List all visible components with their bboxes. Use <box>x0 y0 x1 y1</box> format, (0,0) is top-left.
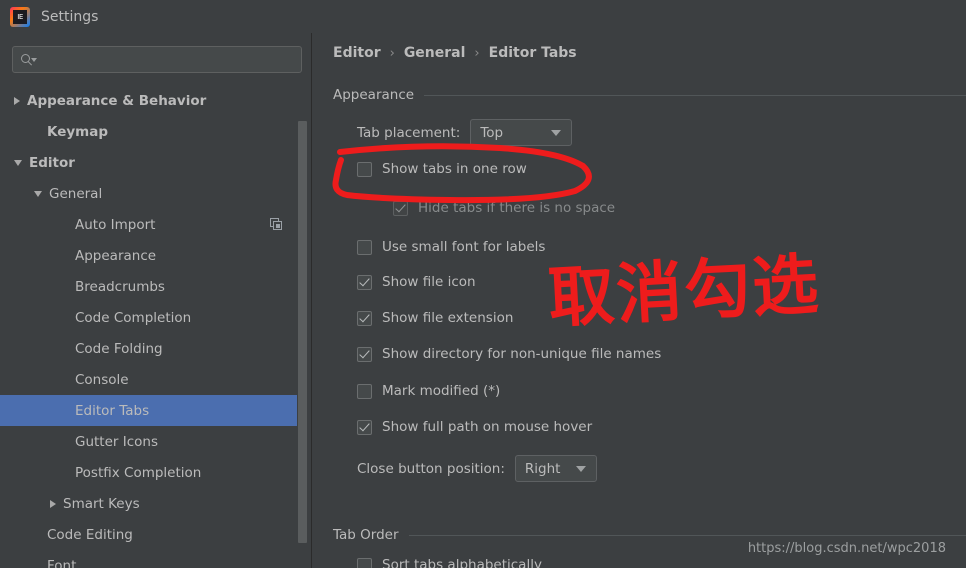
chevron-down-icon <box>576 465 587 472</box>
search-input[interactable] <box>35 51 301 68</box>
sort-tabs-alphabetically-row[interactable]: Sort tabs alphabetically <box>357 557 542 568</box>
sidebar-item-label: Editor Tabs <box>75 402 150 419</box>
search-icon <box>21 53 37 67</box>
sidebar-item-postfix-completion[interactable]: Postfix Completion <box>0 457 297 488</box>
sidebar-item-breadcrumbs[interactable]: Breadcrumbs <box>0 271 297 302</box>
sidebar-item-label: Postfix Completion <box>75 464 202 481</box>
checkbox-label: Mark modified (*) <box>382 383 501 399</box>
checkbox-input[interactable] <box>357 274 372 290</box>
checkbox-label: Show file extension <box>382 310 514 326</box>
sidebar-item-label: Editor <box>29 154 75 171</box>
checkbox-label: Show directory for non-unique file names <box>382 346 662 362</box>
checkbox-input[interactable] <box>357 419 372 435</box>
intellij-idea-logo-icon: IE <box>10 6 30 27</box>
sidebar-item-code-completion[interactable]: Code Completion <box>0 302 297 333</box>
checkbox-input[interactable] <box>357 383 372 399</box>
sort-tabs-alphabetically-label: Sort tabs alphabetically <box>382 557 542 568</box>
sidebar-item-console[interactable]: Console <box>0 364 297 395</box>
appearance-group-header: Appearance <box>333 87 966 103</box>
checkbox-row-show-file-extension[interactable]: Show file extension <box>357 310 513 326</box>
close-button-position-row: Close button position: Right <box>357 455 598 482</box>
settings-window: IE Settings Appearance & Behavior Keymap E… <box>0 0 966 568</box>
chevron-down-icon[interactable] <box>14 159 22 166</box>
sidebar-item-code-editing[interactable]: Code Editing <box>0 519 297 550</box>
group-divider <box>424 94 966 96</box>
title-bar: IE Settings <box>0 0 966 33</box>
chevron-down-icon[interactable] <box>34 190 42 197</box>
checkbox-label: Use small font for labels <box>382 239 546 255</box>
sidebar-item-general[interactable]: General <box>0 178 297 209</box>
sidebar-item-editor[interactable]: Editor <box>0 147 297 178</box>
copy-icon <box>270 218 283 231</box>
breadcrumb-separator: › <box>389 45 395 61</box>
sidebar-item-label: General <box>49 185 103 202</box>
sidebar-item-label: Auto Import <box>75 216 156 233</box>
window-title: Settings <box>41 8 99 25</box>
sidebar-item-code-folding[interactable]: Code Folding <box>0 333 297 364</box>
tab-placement-label: Tab placement: <box>357 124 461 141</box>
group-divider <box>408 534 966 536</box>
checkbox-row-show-directory-for-non-unique-file-names[interactable]: Show directory for non-unique file names <box>357 346 661 362</box>
tab-order-group-header: Tab Order <box>333 527 966 543</box>
tab-placement-row: Tab placement: Top <box>357 119 573 146</box>
close-button-position-dropdown[interactable]: Right <box>514 455 598 482</box>
sidebar-item-label: Breadcrumbs <box>75 278 165 295</box>
checkbox-input <box>393 200 408 216</box>
sidebar-item-label: Console <box>75 371 129 388</box>
close-button-position-value: Right <box>524 460 561 477</box>
sidebar-item-gutter-icons[interactable]: Gutter Icons <box>0 426 297 457</box>
sidebar-item-label: Code Editing <box>47 526 133 543</box>
sidebar-item-label: Code Folding <box>75 340 163 357</box>
sidebar-item-label: Appearance & Behavior <box>27 92 207 109</box>
sidebar-item-label: Smart Keys <box>63 495 140 512</box>
checkbox-input[interactable] <box>357 161 372 177</box>
checkbox-row-hide-tabs-if-there-is-no-space: Hide tabs if there is no space <box>393 200 615 216</box>
checkbox-label: Show full path on mouse hover <box>382 419 593 435</box>
appearance-group-label: Appearance <box>333 87 415 103</box>
settings-sidebar: Appearance & Behavior Keymap Editor General… <box>0 33 312 568</box>
settings-main-panel: Editor › General › Editor Tabs Appearance Ta… <box>313 33 966 568</box>
sidebar-item-smart-keys[interactable]: Smart Keys <box>0 488 297 519</box>
breadcrumb-part-3[interactable]: Editor Tabs <box>489 45 577 61</box>
checkbox-input[interactable] <box>357 310 372 326</box>
tab-placement-dropdown[interactable]: Top <box>470 119 573 146</box>
sort-tabs-alphabetically-checkbox[interactable] <box>357 557 372 568</box>
tab-order-group-label: Tab Order <box>333 527 399 543</box>
checkbox-row-use-small-font-for-labels[interactable]: Use small font for labels <box>357 239 545 255</box>
breadcrumb-part-2[interactable]: General <box>404 45 466 61</box>
sidebar-item-appearance[interactable]: Appearance <box>0 240 297 271</box>
sidebar-item-keymap[interactable]: Keymap <box>0 116 297 147</box>
breadcrumb-part-1[interactable]: Editor <box>333 45 381 61</box>
settings-tree: Appearance & Behavior Keymap Editor General… <box>0 85 297 568</box>
sidebar-item-font[interactable]: Font <box>0 550 297 568</box>
checkbox-row-show-file-icon[interactable]: Show file icon <box>357 274 476 290</box>
sidebar-item-label: Code Completion <box>75 309 192 326</box>
tab-placement-value: Top <box>480 124 504 141</box>
breadcrumb: Editor › General › Editor Tabs <box>333 45 577 61</box>
checkbox-input[interactable] <box>357 239 372 255</box>
chevron-right-icon[interactable] <box>50 499 56 508</box>
checkbox-label: Hide tabs if there is no space <box>418 200 616 216</box>
chevron-down-icon <box>551 129 562 136</box>
sidebar-scrollbar-thumb[interactable] <box>298 121 307 543</box>
close-button-position-label: Close button position: <box>357 460 505 477</box>
sidebar-item-label: Gutter Icons <box>75 433 159 450</box>
checkbox-label: Show file icon <box>382 274 476 290</box>
checkbox-label: Show tabs in one row <box>382 161 527 177</box>
sidebar-item-editor-tabs[interactable]: Editor Tabs <box>0 395 297 426</box>
search-field-wrapper[interactable] <box>12 46 302 73</box>
breadcrumb-separator: › <box>474 45 480 61</box>
sidebar-item-label: Font <box>47 557 77 568</box>
checkbox-row-show-tabs-in-one-row[interactable]: Show tabs in one row <box>357 161 527 177</box>
sidebar-item-label: Appearance <box>75 247 157 264</box>
sidebar-item-appearance-behavior[interactable]: Appearance & Behavior <box>0 85 297 116</box>
chevron-right-icon[interactable] <box>14 96 20 105</box>
checkbox-input[interactable] <box>357 346 372 362</box>
sidebar-item-label: Keymap <box>47 123 109 140</box>
checkbox-row-show-full-path-on-mouse-hover[interactable]: Show full path on mouse hover <box>357 419 592 435</box>
sidebar-item-auto-import[interactable]: Auto Import <box>0 209 297 240</box>
checkbox-row-mark-modified[interactable]: Mark modified (*) <box>357 383 500 399</box>
